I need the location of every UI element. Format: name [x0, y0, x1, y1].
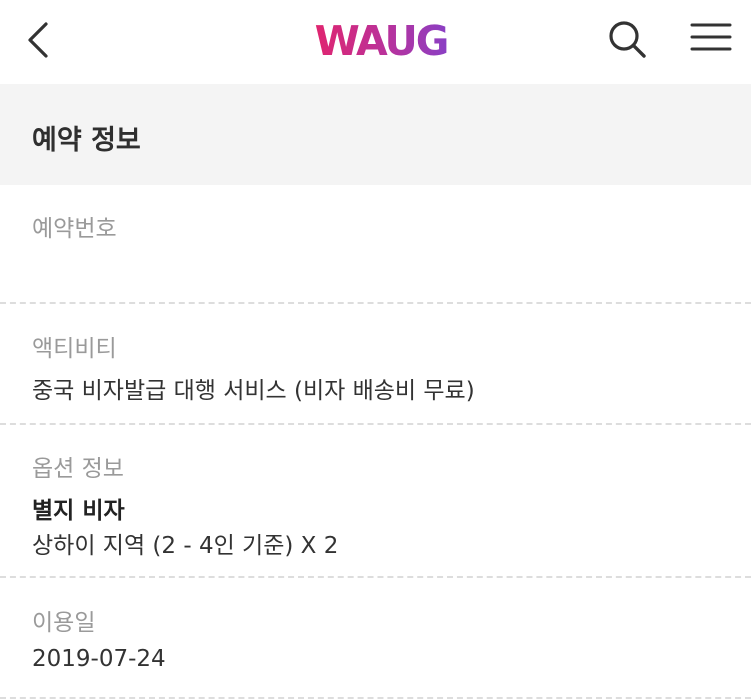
back-button[interactable] — [18, 18, 58, 62]
reservation-number-row: 예약번호 — [0, 185, 751, 303]
usage-date-label: 이용일 — [32, 610, 96, 636]
option-title: 별지 비자 — [32, 498, 125, 524]
activity-label: 액티비티 — [32, 336, 117, 362]
waug-logo[interactable]: WAUG — [310, 18, 452, 60]
option-detail: 상하이 지역 (2 - 4인 기준) X 2 — [32, 533, 339, 559]
option-info-label: 옵션 정보 — [32, 456, 124, 482]
section-title: 예약 정보 — [32, 125, 141, 156]
reservation-number-label: 예약번호 — [32, 216, 117, 242]
activity-value: 중국 비자발급 대행 서비스 (비자 배송비 무료) — [32, 378, 475, 404]
logo-text: WAUG — [315, 18, 448, 60]
reservation-info-header: 예약 정보 — [0, 84, 751, 185]
search-button[interactable] — [604, 16, 650, 62]
hamburger-menu-icon — [690, 23, 732, 51]
activity-row: 액티비티 중국 비자발급 대행 서비스 (비자 배송비 무료) — [0, 304, 751, 424]
menu-button[interactable] — [688, 16, 734, 62]
usage-date-row: 이용일 2019-07-24 — [0, 578, 751, 698]
top-navigation-bar: WAUG — [0, 0, 751, 84]
option-info-row: 옵션 정보 별지 비자 상하이 지역 (2 - 4인 기준) X 2 — [0, 425, 751, 577]
usage-date-value: 2019-07-24 — [32, 646, 166, 672]
search-icon — [609, 21, 646, 58]
chevron-left-icon — [28, 22, 48, 58]
divider — [0, 697, 751, 699]
